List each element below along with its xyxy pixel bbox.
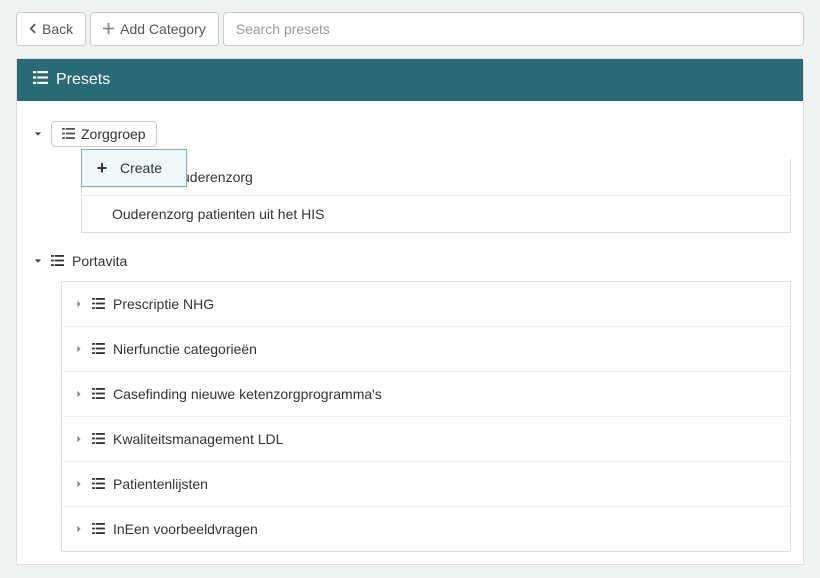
plus-icon [103,21,114,37]
node-label-group[interactable]: Nierfunctie categorieën [92,337,257,361]
tree-row[interactable]: Patientenlijsten [62,461,790,506]
node-label-group[interactable]: Patientenlijsten [92,472,208,496]
caret-right-icon[interactable] [74,524,84,534]
node-label: Prescriptie NHG [113,296,214,312]
caret-right-icon[interactable] [74,434,84,444]
node-label: Zorggroep [81,126,146,142]
context-menu: + Create [81,149,187,187]
list-icon [33,71,48,89]
tree-row[interactable]: Ouderenzorg patienten uit het HIS [82,195,790,232]
plus-icon: + [94,160,110,176]
node-label: Portavita [72,253,127,269]
node-label: Patientenlijsten [113,476,208,492]
tree-row[interactable]: InEen voorbeeldvragen [62,506,790,551]
list-icon [51,253,64,269]
caret-right-icon[interactable] [74,479,84,489]
leaf-label: Ouderenzorg patienten uit het HIS [94,206,324,222]
tree-children: Prescriptie NHG Nierfunctie categorieën [61,281,791,552]
tree-row[interactable]: Kwaliteitsmanagement LDL [62,416,790,461]
caret-right-icon[interactable] [74,344,84,354]
caret-left-icon [29,21,36,37]
node-label: Nierfunctie categorieën [113,341,257,357]
node-label-group[interactable]: Casefinding nieuwe ketenzorgprogramma's [92,382,382,406]
back-button[interactable]: Back [16,12,86,46]
caret-right-icon[interactable] [74,389,84,399]
tree-row[interactable]: Portavita [29,241,791,281]
context-menu-create[interactable]: + Create [86,154,182,182]
node-label-group[interactable]: Prescriptie NHG [92,292,214,316]
add-category-label: Add Category [120,21,206,37]
tree-node-zorggroep: Zorggroep + Create uderenzorg Ouderenzor… [29,113,791,233]
node-label-group[interactable]: Kwaliteitsmanagement LDL [92,427,283,451]
leaf-label: uderenzorg [182,169,253,185]
node-label: Kwaliteitsmanagement LDL [113,431,283,447]
panel-header: Presets [17,59,803,101]
node-label-group[interactable]: InEen voorbeeldvragen [92,517,258,541]
tree-children: uderenzorg Ouderenzorg patienten uit het… [81,159,791,233]
context-menu-label: Create [120,160,162,176]
list-icon [92,431,105,447]
caret-down-icon[interactable] [33,256,43,266]
node-label: InEen voorbeeldvragen [113,521,258,537]
list-icon [92,521,105,537]
list-icon [92,341,105,357]
node-label-group[interactable]: Portavita [51,249,127,273]
list-icon [92,386,105,402]
list-icon [92,296,105,312]
caret-down-icon[interactable] [33,129,43,139]
tree-row[interactable]: uderenzorg [82,159,790,195]
toolbar: Back Add Category [0,0,820,58]
presets-panel: Presets Zorggroep + Create [16,58,804,565]
caret-right-icon[interactable] [74,299,84,309]
tree-row[interactable]: Prescriptie NHG [62,282,790,326]
tree-row[interactable]: Casefinding nieuwe ketenzorgprogramma's [62,371,790,416]
preset-tree: Zorggroep + Create uderenzorg Ouderenzor… [17,101,803,564]
list-icon [62,126,75,142]
panel-title: Presets [56,71,110,89]
add-category-button[interactable]: Add Category [90,12,219,46]
tree-row[interactable]: Nierfunctie categorieën [62,326,790,371]
node-label: Casefinding nieuwe ketenzorgprogramma's [113,386,382,402]
back-label: Back [42,21,73,37]
tree-node-portavita: Portavita Prescriptie NHG [29,241,791,552]
list-icon [92,476,105,492]
node-tag[interactable]: Zorggroep [51,121,157,147]
search-input[interactable] [223,12,804,46]
